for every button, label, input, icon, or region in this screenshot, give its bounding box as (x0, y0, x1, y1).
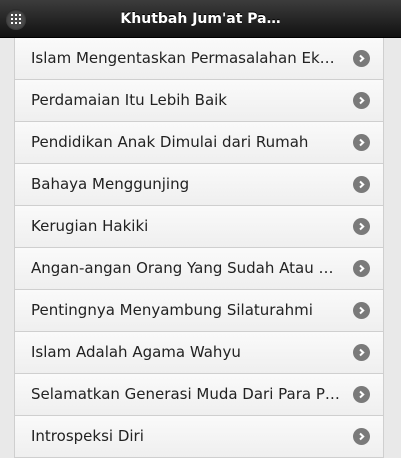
list-item-label: Angan-angan Orang Yang Sudah Atau … (31, 259, 334, 277)
chevron-right-icon (353, 302, 370, 319)
chevron-right-icon (353, 218, 370, 235)
list-item-label: Islam Adalah Agama Wahyu (31, 343, 241, 361)
app-header: Khutbah Jum'at Pa… (0, 0, 401, 38)
chevron-right-icon (353, 260, 370, 277)
list-item[interactable]: Bahaya Menggunjing (14, 164, 384, 206)
khutbah-list: Islam Mengentaskan Permasalahan Ek… Perd… (14, 38, 384, 458)
list-item-label: Bahaya Menggunjing (31, 175, 190, 193)
list-item-label: Perdamaian Itu Lebih Baik (31, 91, 227, 109)
list-item-label: Pendidikan Anak Dimulai dari Rumah (31, 133, 309, 151)
list-item[interactable]: Kerugian Hakiki (14, 206, 384, 248)
chevron-right-icon (353, 134, 370, 151)
list-item-label: Pentingnya Menyambung Silaturahmi (31, 301, 313, 319)
chevron-right-icon (353, 176, 370, 193)
list-item[interactable]: Angan-angan Orang Yang Sudah Atau … (14, 248, 384, 290)
list-item-label: Introspeksi Diri (31, 427, 144, 445)
list-item[interactable]: Selamatkan Generasi Muda Dari Para P… (14, 374, 384, 416)
list-item[interactable]: Pendidikan Anak Dimulai dari Rumah (14, 122, 384, 164)
list-item[interactable]: Islam Adalah Agama Wahyu (14, 332, 384, 374)
list-item[interactable]: Perdamaian Itu Lebih Baik (14, 80, 384, 122)
list-item-label: Kerugian Hakiki (31, 217, 149, 235)
list-item[interactable]: Introspeksi Diri (14, 416, 384, 458)
chevron-right-icon (353, 428, 370, 445)
list-item-label: Selamatkan Generasi Muda Dari Para P… (31, 385, 340, 403)
list-item[interactable]: Islam Mengentaskan Permasalahan Ek… (14, 38, 384, 80)
chevron-right-icon (353, 92, 370, 109)
chevron-right-icon (353, 386, 370, 403)
list-item[interactable]: Pentingnya Menyambung Silaturahmi (14, 290, 384, 332)
chevron-right-icon (353, 50, 370, 67)
chevron-right-icon (353, 344, 370, 361)
list-item-label: Islam Mengentaskan Permasalahan Ek… (31, 49, 335, 67)
page-title: Khutbah Jum'at Pa… (120, 11, 281, 27)
